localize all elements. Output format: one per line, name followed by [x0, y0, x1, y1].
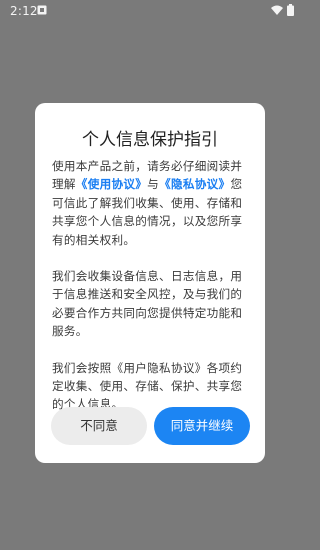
- wifi-icon: [271, 5, 283, 15]
- paragraph-intro: 使用本产品之前，请务必仔细阅读并理解《使用协议》与《隐私协议》您可信此了解我们收…: [52, 157, 250, 249]
- dialog-body: 使用本产品之前，请务必仔细阅读并理解《使用协议》与《隐私协议》您可信此了解我们收…: [52, 157, 250, 432]
- privacy-dialog: 个人信息保护指引 使用本产品之前，请务必仔细阅读并理解《使用协议》与《隐私协议》…: [35, 103, 265, 463]
- status-time: 2:12: [10, 4, 38, 18]
- terms-of-use-link[interactable]: 《使用协议》: [76, 177, 147, 191]
- status-bar: 2:12: [0, 0, 300, 22]
- paragraph-user-privacy: 我们会按照《用户隐私协议》各项约定收集、使用、存储、保护、共享您的个人信息。: [52, 360, 243, 412]
- notification-icon: [37, 5, 47, 15]
- decline-button[interactable]: 不同意: [51, 407, 147, 445]
- battery-icon: [287, 4, 294, 16]
- paragraph-data-collection: 我们会收集设备信息、日志信息，用于信息推送和安全风控，及与我们的必要合作方共同向…: [52, 269, 243, 339]
- dialog-title: 个人信息保护指引: [82, 130, 218, 150]
- privacy-policy-link[interactable]: 《隐私协议》: [159, 177, 230, 191]
- intro-conjunction: 与: [147, 177, 160, 192]
- accept-continue-button[interactable]: 同意并继续: [154, 407, 250, 445]
